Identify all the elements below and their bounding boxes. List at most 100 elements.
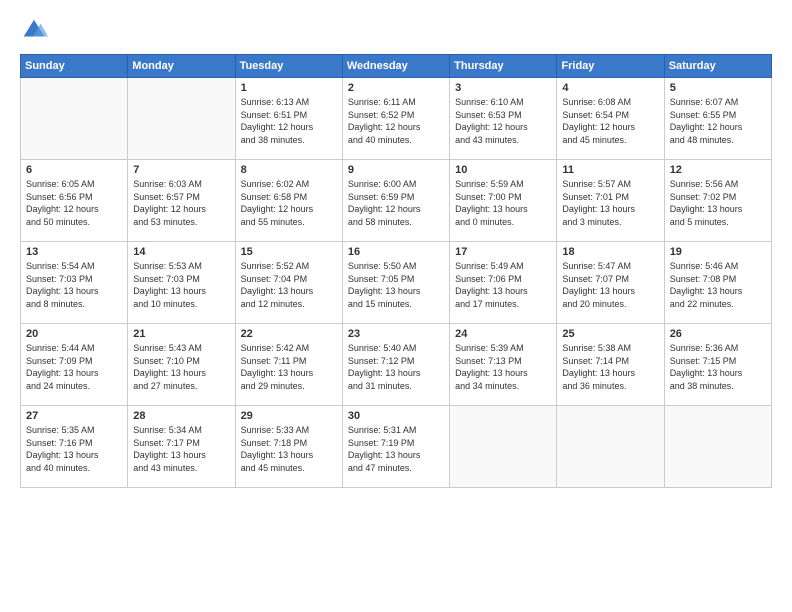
day-info: Sunrise: 5:54 AM Sunset: 7:03 PM Dayligh… bbox=[26, 260, 122, 310]
weekday-header-saturday: Saturday bbox=[664, 55, 771, 78]
day-info: Sunrise: 5:49 AM Sunset: 7:06 PM Dayligh… bbox=[455, 260, 551, 310]
day-info: Sunrise: 5:39 AM Sunset: 7:13 PM Dayligh… bbox=[455, 342, 551, 392]
day-info: Sunrise: 5:44 AM Sunset: 7:09 PM Dayligh… bbox=[26, 342, 122, 392]
day-number: 1 bbox=[241, 82, 337, 94]
day-info: Sunrise: 5:57 AM Sunset: 7:01 PM Dayligh… bbox=[562, 178, 658, 228]
day-info: Sunrise: 5:34 AM Sunset: 7:17 PM Dayligh… bbox=[133, 424, 229, 474]
day-info: Sunrise: 5:42 AM Sunset: 7:11 PM Dayligh… bbox=[241, 342, 337, 392]
cal-cell: 12 Sunrise: 5:56 AM Sunset: 7:02 PM Dayli… bbox=[664, 160, 771, 242]
cal-cell: 3Sunrise: 6:10 AM Sunset: 6:53 PM Daylig… bbox=[450, 78, 557, 160]
weekday-header-row: SundayMondayTuesdayWednesdayThursdayFrid… bbox=[21, 55, 772, 78]
day-info: Sunrise: 6:07 AM Sunset: 6:55 PM Dayligh… bbox=[670, 96, 766, 146]
day-info: Sunrise: 6:08 AM Sunset: 6:54 PM Dayligh… bbox=[562, 96, 658, 146]
logo bbox=[20, 16, 52, 44]
cal-cell: 27 Sunrise: 5:35 AM Sunset: 7:16 PM Dayli… bbox=[21, 406, 128, 488]
cal-cell bbox=[128, 78, 235, 160]
day-number: 6 bbox=[26, 164, 122, 176]
week-row-2: 6Sunrise: 6:05 AM Sunset: 6:56 PM Daylig… bbox=[21, 160, 772, 242]
day-number: 21 bbox=[133, 328, 229, 340]
cal-cell bbox=[21, 78, 128, 160]
cal-cell: 21 Sunrise: 5:43 AM Sunset: 7:10 PM Dayli… bbox=[128, 324, 235, 406]
day-number: 12 bbox=[670, 164, 766, 176]
weekday-header-friday: Friday bbox=[557, 55, 664, 78]
day-number: 10 bbox=[455, 164, 551, 176]
day-number: 16 bbox=[348, 246, 444, 258]
day-number: 20 bbox=[26, 328, 122, 340]
day-info: Sunrise: 5:33 AM Sunset: 7:18 PM Dayligh… bbox=[241, 424, 337, 474]
cal-cell: 28Sunrise: 5:34 AM Sunset: 7:17 PM Dayli… bbox=[128, 406, 235, 488]
weekday-header-tuesday: Tuesday bbox=[235, 55, 342, 78]
day-number: 19 bbox=[670, 246, 766, 258]
day-number: 24 bbox=[455, 328, 551, 340]
day-info: Sunrise: 5:50 AM Sunset: 7:05 PM Dayligh… bbox=[348, 260, 444, 310]
day-info: Sunrise: 5:56 AM Sunset: 7:02 PM Dayligh… bbox=[670, 178, 766, 228]
day-number: 29 bbox=[241, 410, 337, 422]
day-info: Sunrise: 5:43 AM Sunset: 7:10 PM Dayligh… bbox=[133, 342, 229, 392]
day-number: 5 bbox=[670, 82, 766, 94]
cal-cell: 15Sunrise: 5:52 AM Sunset: 7:04 PM Dayli… bbox=[235, 242, 342, 324]
day-number: 18 bbox=[562, 246, 658, 258]
week-row-1: 1 Sunrise: 6:13 AM Sunset: 6:51 PM Daylig… bbox=[21, 78, 772, 160]
day-info: Sunrise: 5:38 AM Sunset: 7:14 PM Dayligh… bbox=[562, 342, 658, 392]
day-number: 7 bbox=[133, 164, 229, 176]
week-row-3: 13 Sunrise: 5:54 AM Sunset: 7:03 PM Dayli… bbox=[21, 242, 772, 324]
cal-cell: 7 Sunrise: 6:03 AM Sunset: 6:57 PM Daylig… bbox=[128, 160, 235, 242]
day-info: Sunrise: 6:03 AM Sunset: 6:57 PM Dayligh… bbox=[133, 178, 229, 228]
cal-cell: 10 Sunrise: 5:59 AM Sunset: 7:00 PM Dayli… bbox=[450, 160, 557, 242]
weekday-header-thursday: Thursday bbox=[450, 55, 557, 78]
cal-cell: 9Sunrise: 6:00 AM Sunset: 6:59 PM Daylig… bbox=[342, 160, 449, 242]
cal-cell: 2 Sunrise: 6:11 AM Sunset: 6:52 PM Daylig… bbox=[342, 78, 449, 160]
day-info: Sunrise: 6:11 AM Sunset: 6:52 PM Dayligh… bbox=[348, 96, 444, 146]
day-info: Sunrise: 5:40 AM Sunset: 7:12 PM Dayligh… bbox=[348, 342, 444, 392]
day-number: 13 bbox=[26, 246, 122, 258]
cal-cell: 24 Sunrise: 5:39 AM Sunset: 7:13 PM Dayli… bbox=[450, 324, 557, 406]
day-number: 17 bbox=[455, 246, 551, 258]
cal-cell: 26 Sunrise: 5:36 AM Sunset: 7:15 PM Dayli… bbox=[664, 324, 771, 406]
day-number: 9 bbox=[348, 164, 444, 176]
cal-cell: 4 Sunrise: 6:08 AM Sunset: 6:54 PM Daylig… bbox=[557, 78, 664, 160]
day-info: Sunrise: 6:02 AM Sunset: 6:58 PM Dayligh… bbox=[241, 178, 337, 228]
day-info: Sunrise: 5:36 AM Sunset: 7:15 PM Dayligh… bbox=[670, 342, 766, 392]
cal-cell: 30Sunrise: 5:31 AM Sunset: 7:19 PM Dayli… bbox=[342, 406, 449, 488]
day-number: 27 bbox=[26, 410, 122, 422]
week-row-4: 20 Sunrise: 5:44 AM Sunset: 7:09 PM Dayli… bbox=[21, 324, 772, 406]
day-number: 11 bbox=[562, 164, 658, 176]
week-row-5: 27 Sunrise: 5:35 AM Sunset: 7:16 PM Dayli… bbox=[21, 406, 772, 488]
cal-cell: 23 Sunrise: 5:40 AM Sunset: 7:12 PM Dayli… bbox=[342, 324, 449, 406]
day-info: Sunrise: 5:59 AM Sunset: 7:00 PM Dayligh… bbox=[455, 178, 551, 228]
day-info: Sunrise: 5:53 AM Sunset: 7:03 PM Dayligh… bbox=[133, 260, 229, 310]
weekday-header-monday: Monday bbox=[128, 55, 235, 78]
day-info: Sunrise: 5:46 AM Sunset: 7:08 PM Dayligh… bbox=[670, 260, 766, 310]
cal-cell: 6Sunrise: 6:05 AM Sunset: 6:56 PM Daylig… bbox=[21, 160, 128, 242]
day-info: Sunrise: 5:35 AM Sunset: 7:16 PM Dayligh… bbox=[26, 424, 122, 474]
cal-cell: 11 Sunrise: 5:57 AM Sunset: 7:01 PM Dayli… bbox=[557, 160, 664, 242]
day-info: Sunrise: 5:52 AM Sunset: 7:04 PM Dayligh… bbox=[241, 260, 337, 310]
cal-cell: 13 Sunrise: 5:54 AM Sunset: 7:03 PM Dayli… bbox=[21, 242, 128, 324]
cal-cell: 8 Sunrise: 6:02 AM Sunset: 6:58 PM Daylig… bbox=[235, 160, 342, 242]
day-number: 23 bbox=[348, 328, 444, 340]
cal-cell: 25 Sunrise: 5:38 AM Sunset: 7:14 PM Dayli… bbox=[557, 324, 664, 406]
day-number: 8 bbox=[241, 164, 337, 176]
cal-cell bbox=[450, 406, 557, 488]
cal-cell: 17 Sunrise: 5:49 AM Sunset: 7:06 PM Dayli… bbox=[450, 242, 557, 324]
weekday-header-sunday: Sunday bbox=[21, 55, 128, 78]
cal-cell: 18 Sunrise: 5:47 AM Sunset: 7:07 PM Dayli… bbox=[557, 242, 664, 324]
day-info: Sunrise: 5:47 AM Sunset: 7:07 PM Dayligh… bbox=[562, 260, 658, 310]
day-number: 26 bbox=[670, 328, 766, 340]
cal-cell: 19 Sunrise: 5:46 AM Sunset: 7:08 PM Dayli… bbox=[664, 242, 771, 324]
cal-cell: 22 Sunrise: 5:42 AM Sunset: 7:11 PM Dayli… bbox=[235, 324, 342, 406]
day-number: 14 bbox=[133, 246, 229, 258]
cal-cell: 1 Sunrise: 6:13 AM Sunset: 6:51 PM Daylig… bbox=[235, 78, 342, 160]
weekday-header-wednesday: Wednesday bbox=[342, 55, 449, 78]
day-info: Sunrise: 6:10 AM Sunset: 6:53 PM Dayligh… bbox=[455, 96, 551, 146]
day-number: 30 bbox=[348, 410, 444, 422]
day-number: 2 bbox=[348, 82, 444, 94]
page: SundayMondayTuesdayWednesdayThursdayFrid… bbox=[0, 0, 792, 612]
day-number: 22 bbox=[241, 328, 337, 340]
day-info: Sunrise: 6:13 AM Sunset: 6:51 PM Dayligh… bbox=[241, 96, 337, 146]
day-number: 25 bbox=[562, 328, 658, 340]
day-number: 4 bbox=[562, 82, 658, 94]
cal-cell bbox=[664, 406, 771, 488]
cal-cell: 16 Sunrise: 5:50 AM Sunset: 7:05 PM Dayli… bbox=[342, 242, 449, 324]
cal-cell: 5 Sunrise: 6:07 AM Sunset: 6:55 PM Daylig… bbox=[664, 78, 771, 160]
